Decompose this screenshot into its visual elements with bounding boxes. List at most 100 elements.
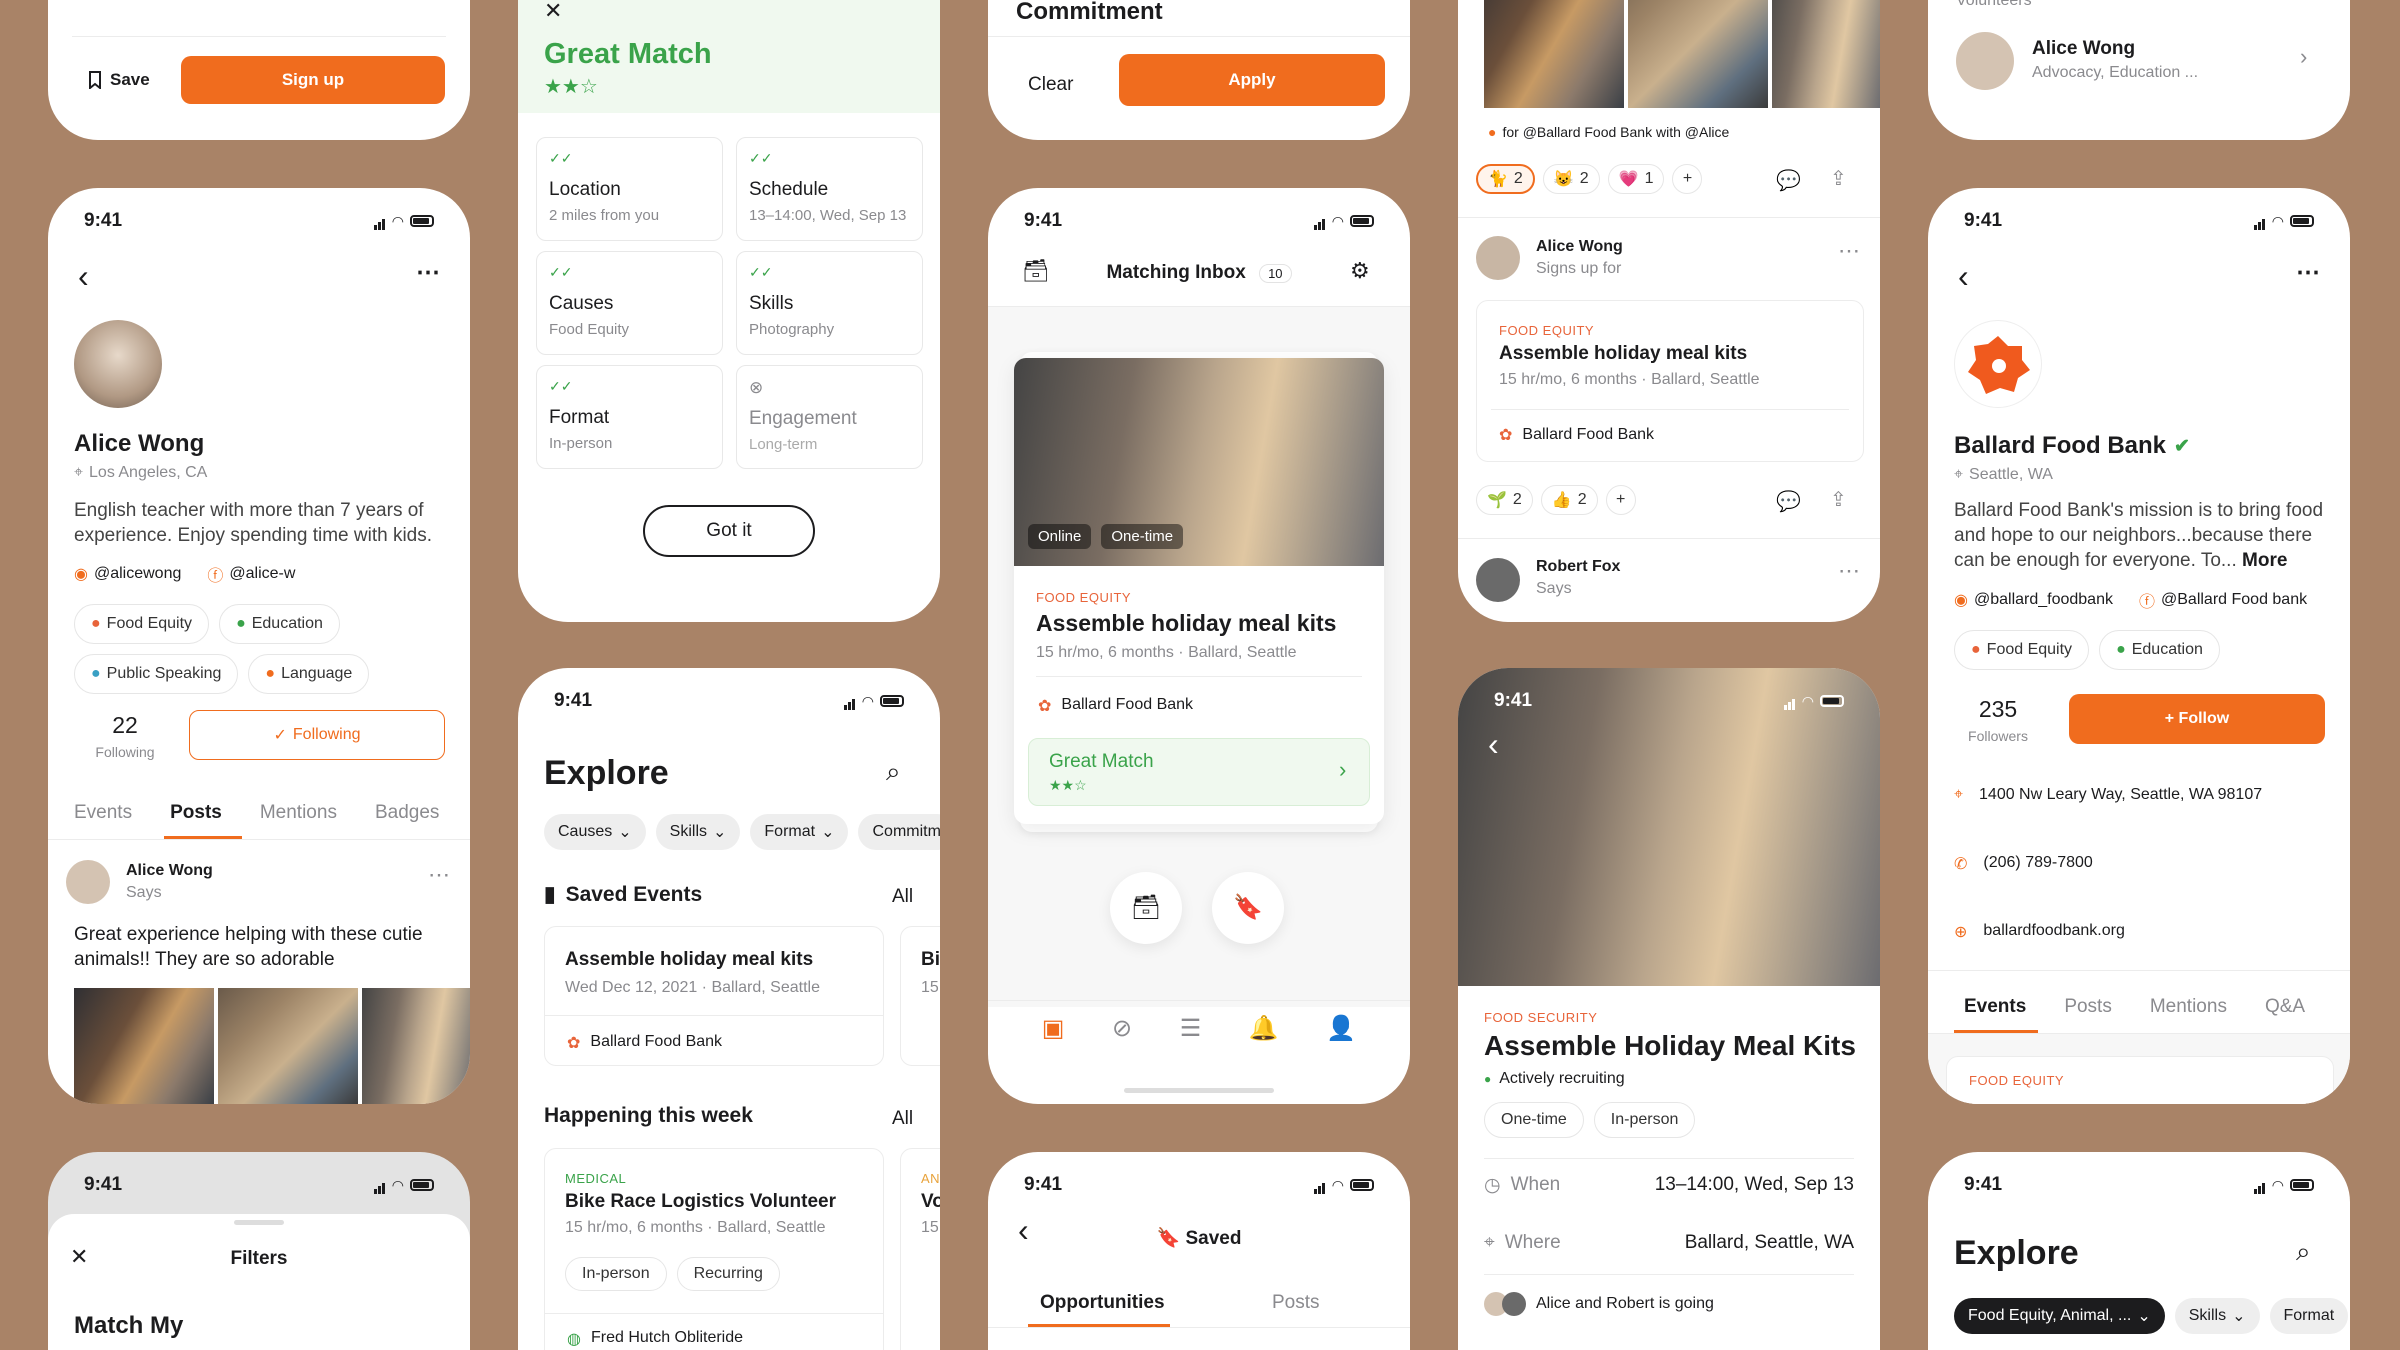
tab-posts[interactable]: Posts [2064,996,2112,1018]
reaction-sprout[interactable]: 🌱 2 [1476,485,1533,515]
verified-icon: ✔ [2174,435,2190,457]
filter-skills[interactable]: Skills ⌄ [2174,1298,2260,1334]
search-icon[interactable]: ⌕ [2296,1236,2311,1268]
address-row[interactable]: ⌖ 1400 Nw Leary Way, Seattle, WA 98107 [1954,786,2262,804]
tab-mentions[interactable]: Mentions [260,802,337,824]
profile-nav-icon[interactable]: 👤 [1326,1014,1356,1043]
reaction-heart[interactable]: 💗 1 [1607,164,1665,194]
add-reaction-button[interactable]: + [1672,164,1703,194]
saved-event-card[interactable]: Assemble holiday meal kits Wed Dec 12, 2… [544,926,884,1066]
reaction-thumbs[interactable]: 👍 2 [1540,485,1598,515]
facebook-link[interactable]: ⓕ @alice-w [207,562,295,586]
chevron-right-icon[interactable]: › [2300,44,2307,70]
status-bar: 9:41 ◠ [1458,668,1880,728]
tag-food-equity[interactable]: ● Food Equity [74,604,210,644]
instagram-link[interactable]: ◉ @ballard_foodbank [1954,588,2113,612]
tag-language[interactable]: ● Language [248,654,370,694]
follow-button[interactable]: + Follow [2069,694,2325,744]
save-button[interactable]: Save [88,70,150,90]
tab-opportunities[interactable]: Opportunities [1040,1292,1165,1314]
back-icon[interactable]: ‹ [1488,726,1499,763]
website-row[interactable]: ⊕ ballardfoodbank.org [1954,922,2125,942]
tag-education[interactable]: ● Education [219,604,340,644]
tab-posts[interactable]: Posts [1272,1292,1320,1314]
explore-screen-2: 9:41 ◠ Explore ⌕ Food Equity, Animal, ..… [1928,1152,2350,1350]
reaction-row: 🐈 2 😺 2 💗 1 + [1476,164,1703,194]
phone-row[interactable]: ✆ (206) 789-7800 [1954,854,2093,874]
avatar [1956,32,2014,90]
got-it-button[interactable]: Got it [643,505,815,557]
back-icon[interactable]: ‹ [78,258,89,295]
filter-causes[interactable]: Causes ⌄ [544,814,646,850]
share-icon-2[interactable]: ⇪ [1830,487,1847,512]
match-card[interactable]: Online One-time FOOD EQUITY Assemble hol… [1014,358,1384,824]
signup-button[interactable]: Sign up [181,56,445,104]
week-all-link[interactable]: All [892,1108,913,1130]
facebook-link[interactable]: ⓕ @Ballard Food bank [2139,588,2307,612]
share-icon[interactable]: ⇪ [1830,166,1847,191]
clear-button[interactable]: Clear [1028,74,1073,96]
archive-button[interactable]: 🗃 [1110,872,1182,944]
status-bar: 9:41 ◠ [48,1152,470,1212]
instagram-link[interactable]: ◉ @alicewong [74,562,181,586]
search-icon[interactable]: ⌕ [886,756,901,788]
event-tag: FOOD SECURITY [1484,1010,1598,1025]
format-chip: In-person [565,1257,667,1291]
close-icon[interactable]: ✕ [544,0,562,24]
bell-icon[interactable]: 🔔 [1249,1014,1279,1043]
person-icon: ● [1488,124,1497,140]
one-time-chip: One-time [1484,1102,1584,1138]
week-event-card-2[interactable]: AN Vo 15 [900,1148,940,1350]
tab-posts[interactable]: Posts [170,802,222,824]
filter-format[interactable]: Format [2269,1298,2349,1334]
pin-icon: ⌖ [1484,1232,1495,1253]
tab-events[interactable]: Events [74,802,132,824]
tag-education[interactable]: ● Education [2099,630,2220,670]
reaction-cat[interactable]: 🐈 2 [1476,164,1535,194]
feed-nav-icon[interactable]: ☰ [1180,1014,1202,1043]
where-value: Ballard, Seattle, WA [1684,1232,1854,1253]
more-icon-2[interactable]: ⋯ [1838,558,1860,584]
org-event-card[interactable]: FOOD EQUITY [1946,1056,2334,1104]
saved-event-card-2[interactable]: Bi 15 [900,926,940,1066]
following-button[interactable]: ✓ Following [189,710,445,760]
tab-events[interactable]: Events [1964,996,2026,1018]
week-event-card[interactable]: MEDICAL Bike Race Logistics Volunteer 15… [544,1148,884,1350]
filter-format[interactable]: Format ⌄ [750,814,849,850]
bookmark-icon [89,71,101,89]
more-icon[interactable]: ⋯ [2296,258,2320,287]
great-match-banner[interactable]: Great Match ★★☆ › [1028,738,1370,806]
comment-icon-2[interactable]: 💬 [1776,489,1801,514]
more-link[interactable]: More [2242,550,2287,571]
saved-screen: 9:41 ◠ ‹ 🔖 Saved Opportunities Posts [988,1152,1410,1350]
back-icon[interactable]: ‹ [1958,258,1969,295]
tab-badges[interactable]: Badges [375,802,439,824]
org-logo [1954,320,2042,408]
filter-skills[interactable]: Skills ⌄ [655,814,741,850]
filter-commitment[interactable]: Commitm [858,814,940,850]
tab-qa[interactable]: Q&A [2265,996,2305,1018]
saved-title: 🔖 Saved [1156,1228,1242,1249]
reaction-smile[interactable]: 😺 2 [1542,164,1600,194]
org-logo-icon: ✿ [567,1035,581,1052]
flower-logo-icon [1968,336,2030,394]
apply-button[interactable]: Apply [1119,54,1385,106]
more-icon[interactable]: ⋯ [428,862,450,888]
more-icon[interactable]: ⋯ [1838,238,1860,264]
tab-mentions[interactable]: Mentions [2150,996,2227,1018]
match-schedule: ✓✓ Schedule 13–14:00, Wed, Sep 13 [736,137,923,241]
filter-causes[interactable]: Food Equity, Animal, ... ⌄ [1954,1298,2165,1334]
event-card[interactable]: FOOD EQUITY Assemble holiday meal kits 1… [1476,300,1864,462]
saved-all-link[interactable]: All [892,886,913,908]
inbox-nav-icon[interactable]: ▣ [1042,1014,1065,1043]
explore-nav-icon[interactable]: ⊘ [1112,1014,1132,1043]
comment-icon[interactable]: 💬 [1776,168,1801,193]
tag-food-equity[interactable]: ● Food Equity [1954,630,2090,670]
bookmark-button[interactable]: 🔖 [1212,872,1284,944]
more-icon[interactable]: ⋯ [416,258,440,287]
add-reaction-button-2[interactable]: + [1605,485,1636,515]
tag-public-speaking[interactable]: ● Public Speaking [74,654,239,694]
filter-settings-icon[interactable]: ⚙ [1350,258,1370,284]
org-location: ⌖ Seattle, WA [1954,466,2053,483]
attendees[interactable]: Alice and Robert is going [1484,1292,1714,1316]
